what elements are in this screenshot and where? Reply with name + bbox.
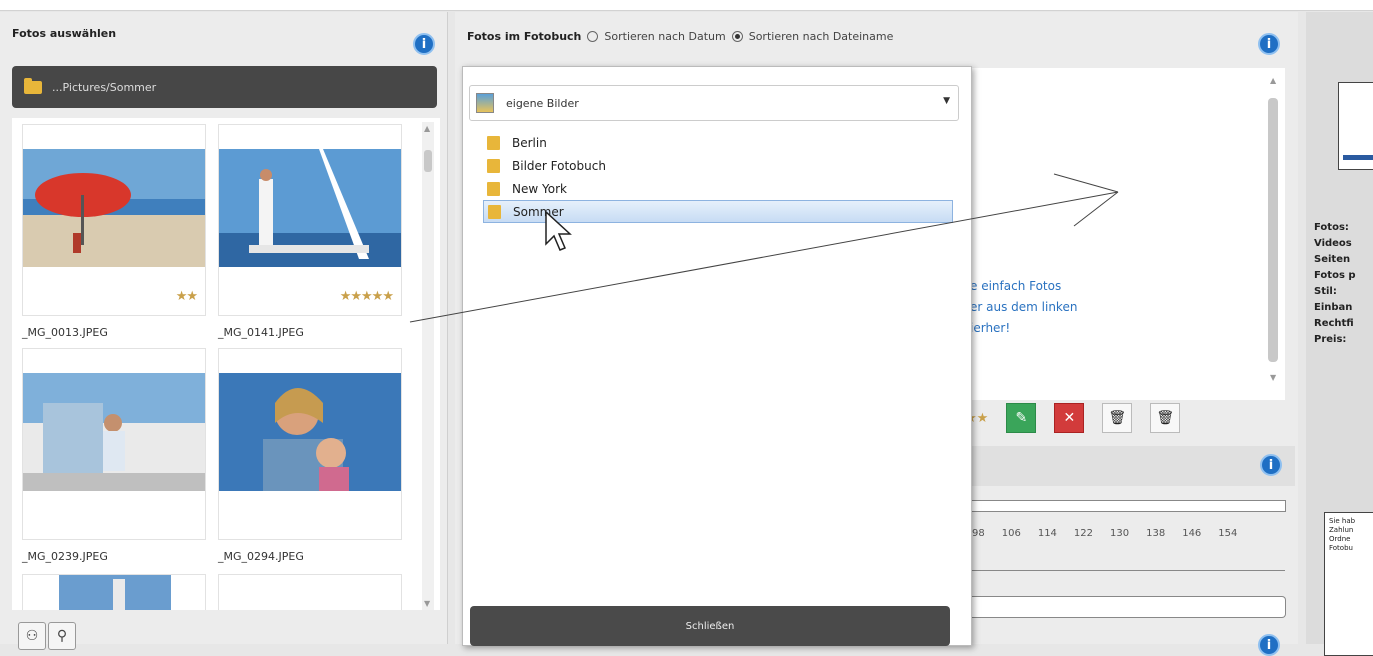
drag-arrow-icon	[409, 173, 1119, 323]
info-note: Sie hab Zahlun Ordne Fotobu	[1324, 512, 1373, 656]
book-preview[interactable]	[1338, 82, 1373, 170]
summary-panel: Fotos: Videos Seiten Fotos p Stil: Einba…	[1306, 12, 1373, 656]
book-stats: Fotos: Videos Seiten Fotos p Stil: Einba…	[1314, 222, 1356, 345]
mouse-cursor-icon	[545, 210, 572, 251]
preview-band	[1343, 155, 1373, 160]
